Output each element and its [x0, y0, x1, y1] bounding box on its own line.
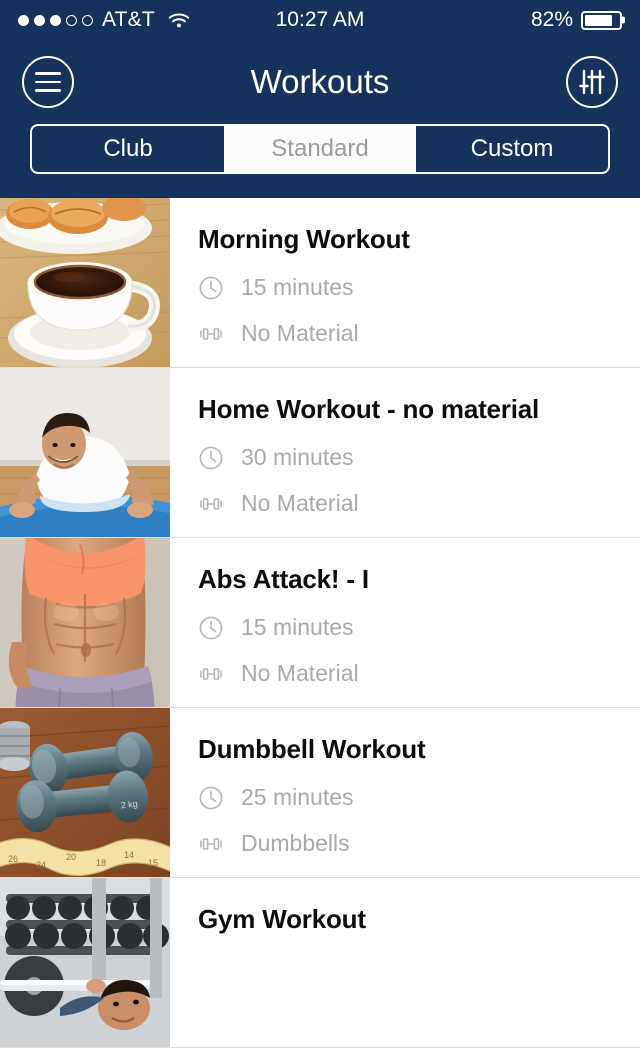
- clock-icon: [198, 275, 224, 301]
- svg-text:24: 24: [36, 860, 46, 870]
- workout-title: Gym Workout: [198, 904, 366, 934]
- segment-custom[interactable]: Custom: [416, 126, 608, 172]
- segment-club[interactable]: Club: [32, 126, 224, 172]
- workout-duration: 15 minutes: [198, 614, 640, 641]
- workout-type-segmented-control[interactable]: Club Standard Custom: [30, 124, 610, 174]
- duration-label: 15 minutes: [241, 614, 354, 640]
- workout-duration: 30 minutes: [198, 444, 640, 471]
- workout-title: Abs Attack! - I: [198, 564, 369, 594]
- workout-info: Dumbbell Workout 25 minutes Dumbbells: [170, 708, 640, 877]
- filter-button[interactable]: [566, 56, 618, 108]
- page-title: Workouts: [250, 63, 390, 100]
- status-bar-left: AT&T: [18, 8, 190, 32]
- clock-icon: [198, 445, 224, 471]
- workout-duration: 15 minutes: [198, 274, 640, 301]
- workout-material: No Material: [198, 490, 640, 517]
- svg-text:15: 15: [148, 858, 158, 868]
- dumbbell-icon: [198, 321, 224, 347]
- duration-label: 25 minutes: [241, 784, 354, 810]
- duration-label: 15 minutes: [241, 274, 354, 300]
- battery-icon: [581, 10, 622, 30]
- dumbbell-icon: [198, 831, 224, 857]
- workout-info: Morning Workout 15 minutes No Material: [170, 198, 640, 367]
- hamburger-menu-icon: [35, 72, 61, 92]
- list-item[interactable]: 2 kg 26 24 20 18 14 15 Dumbbell Workout 25 m…: [0, 708, 640, 878]
- list-item[interactable]: Abs Attack! - I 15 minutes No Material: [0, 538, 640, 708]
- sliders-filter-icon: [577, 67, 607, 97]
- dumbbell-icon: [198, 491, 224, 517]
- list-item[interactable]: Home Workout - no material 30 minutes No…: [0, 368, 640, 538]
- duration-label: 30 minutes: [241, 444, 354, 470]
- material-label: No Material: [241, 660, 359, 686]
- workout-info: Abs Attack! - I 15 minutes No Material: [170, 538, 640, 707]
- svg-text:26: 26: [8, 854, 18, 864]
- list-item[interactable]: Gym Workout: [0, 878, 640, 1048]
- workout-title: Dumbbell Workout: [198, 734, 426, 764]
- svg-text:2 kg: 2 kg: [120, 799, 138, 811]
- workout-material: No Material: [198, 660, 640, 687]
- workout-thumbnail: [0, 538, 170, 707]
- signal-strength-icon: [18, 14, 93, 26]
- battery-percent-label: 82%: [530, 8, 573, 31]
- workout-material: Dumbbells: [198, 830, 640, 857]
- workout-title: Home Workout - no material: [198, 394, 540, 424]
- workout-list: Morning Workout 15 minutes No Material H…: [0, 198, 640, 1048]
- svg-text:18: 18: [96, 858, 106, 868]
- workout-thumbnail: 2 kg 26 24 20 18 14 15: [0, 708, 170, 877]
- workout-thumbnail: [0, 878, 170, 1047]
- workout-thumbnail: [0, 368, 170, 537]
- clock-icon: [198, 785, 224, 811]
- workout-title: Morning Workout: [198, 224, 410, 254]
- workout-material: No Material: [198, 320, 640, 347]
- status-bar: AT&T 10:27 AM 82%: [0, 0, 640, 40]
- segment-standard[interactable]: Standard: [224, 126, 416, 172]
- workout-duration: 25 minutes: [198, 784, 640, 811]
- status-bar-right: 82%: [531, 8, 622, 32]
- clock-icon: [198, 615, 224, 641]
- workout-info: Gym Workout: [170, 878, 640, 1047]
- wifi-icon: [168, 12, 190, 28]
- list-item[interactable]: Morning Workout 15 minutes No Material: [0, 198, 640, 368]
- workout-thumbnail: [0, 198, 170, 367]
- material-label: Dumbbells: [241, 830, 350, 856]
- navigation-bar: Workouts: [0, 40, 640, 124]
- hamburger-menu-button[interactable]: [22, 56, 74, 108]
- segmented-control-container: Club Standard Custom: [0, 124, 640, 198]
- svg-text:20: 20: [66, 852, 76, 862]
- material-label: No Material: [241, 320, 359, 346]
- material-label: No Material: [241, 490, 359, 516]
- workout-info: Home Workout - no material 30 minutes No…: [170, 368, 640, 537]
- carrier-label: AT&T: [102, 8, 155, 31]
- svg-text:14: 14: [124, 850, 134, 860]
- dumbbell-icon: [198, 661, 224, 687]
